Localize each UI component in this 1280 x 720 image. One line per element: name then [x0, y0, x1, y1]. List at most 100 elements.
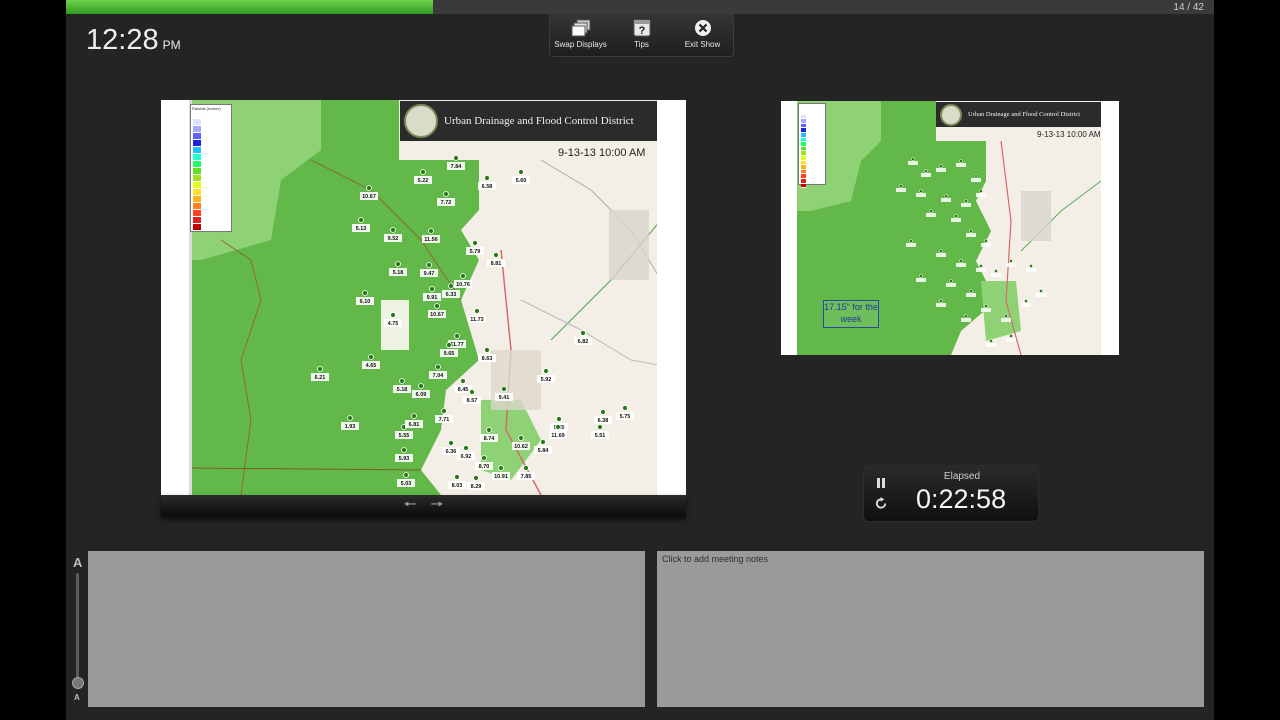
rain-gauge-marker	[498, 465, 504, 471]
rain-gauge-marker	[443, 191, 449, 197]
rain-value-label: 5.84	[538, 448, 550, 454]
clock-time: 12:28	[86, 24, 159, 56]
reset-icon[interactable]	[875, 497, 888, 515]
rain-gauge-marker	[600, 409, 606, 415]
rain-gauge-marker	[420, 169, 426, 175]
next-slide-title: Urban Drainage and Flood Control Distric…	[968, 111, 1081, 118]
next-rain-gauge-marker	[939, 249, 943, 253]
rain-gauge-marker	[473, 475, 479, 481]
next-rain-gauge-marker	[911, 157, 915, 161]
rain-gauge-marker	[453, 155, 459, 161]
next-rain-value-box	[941, 198, 951, 202]
font-small-label: A	[74, 693, 80, 702]
legend-swatch	[193, 203, 201, 210]
rain-value-label: 6.58	[482, 184, 493, 190]
next-rain-gauge-marker	[964, 199, 968, 203]
rain-value-label: 8.29	[471, 484, 482, 490]
next-slide-preview[interactable]: Urban Drainage and Flood Control Distric…	[781, 101, 1119, 355]
rain-value-label: 6.10	[360, 299, 371, 305]
legend-swatch	[193, 217, 201, 224]
swap-displays-button[interactable]: Swap Displays	[550, 14, 611, 56]
slider-knob[interactable]	[72, 677, 84, 689]
presenter-notes-area[interactable]	[88, 551, 645, 707]
next-rain-gauge-marker	[959, 159, 963, 163]
next-rain-gauge-marker	[984, 304, 988, 308]
next-rain-value-box	[981, 308, 991, 312]
legend-swatch	[193, 119, 201, 126]
next-rain-gauge-marker	[974, 174, 978, 178]
next-district-seal-icon	[940, 103, 962, 126]
rain-value-label: 10.76	[456, 282, 470, 288]
rain-value-label: 5.18	[393, 270, 404, 276]
rain-value-label: 7.85	[521, 474, 532, 480]
next-rain-value-box	[976, 268, 986, 272]
svg-text:?: ?	[638, 25, 645, 37]
rain-value-label: 6.33	[446, 292, 457, 298]
meeting-notes-area[interactable]: Click to add meeting notes	[657, 551, 1204, 707]
current-slide[interactable]: 7.84 5.22 5.60 6.58 10.67 7.72 5.13 9.52 11.56 5.…	[161, 100, 686, 495]
next-rain-value-box	[921, 173, 931, 177]
close-circle-icon	[693, 19, 713, 37]
rain-value-label: 8.70	[479, 464, 490, 470]
legend-swatch	[193, 154, 201, 161]
rain-value-label: 6.36	[446, 449, 457, 455]
current-time: 12:28 PM	[86, 24, 181, 57]
next-rain-value-box	[1036, 293, 1046, 297]
rain-gauge-marker	[454, 474, 460, 480]
next-rain-value-box	[956, 163, 966, 167]
rain-value-label: 9.41	[499, 395, 510, 401]
legend-swatch	[193, 140, 201, 147]
rain-gauge-marker	[411, 413, 417, 419]
rain-value-label: 5.55	[399, 433, 410, 439]
next-rain-gauge-marker	[994, 269, 998, 273]
rain-value-label: 11.69	[551, 433, 564, 439]
next-rain-value-box	[966, 233, 976, 237]
rain-gauge-marker	[317, 366, 323, 372]
font-large-label: A	[73, 555, 83, 570]
next-rain-gauge-marker	[1039, 289, 1043, 293]
rain-value-label: 11.73	[470, 317, 483, 323]
elapsed-timer: Elapsed 0:22:58	[863, 465, 1039, 522]
next-rain-gauge-marker	[924, 169, 928, 173]
rain-gauge-marker	[469, 389, 475, 395]
rain-value-label: 7.04	[433, 373, 445, 379]
legend-swatch	[193, 210, 201, 217]
next-rain-gauge-marker	[954, 214, 958, 218]
slide-title: Urban Drainage and Flood Control Distric…	[444, 115, 634, 127]
rain-value-label: 6.81	[409, 422, 420, 428]
next-rain-gauge-marker	[1009, 259, 1013, 263]
next-rain-value-box	[936, 168, 946, 172]
rain-value-label: 8.03	[452, 483, 463, 489]
swap-displays-icon	[571, 19, 591, 37]
rain-gauge-marker	[501, 386, 507, 392]
arrow-right-icon[interactable]: 🠖	[431, 494, 444, 519]
next-rain-gauge-marker	[969, 229, 973, 233]
next-rain-value-box	[991, 273, 1001, 277]
next-rain-value-box	[946, 283, 956, 287]
rain-gauge-marker	[441, 408, 447, 414]
rain-value-label: 7.72	[441, 200, 452, 206]
next-rain-gauge-marker	[919, 189, 923, 193]
rain-value-label: 6.92	[461, 454, 472, 460]
rain-gauge-marker	[435, 364, 441, 370]
rain-gauge-marker	[556, 416, 562, 422]
rain-gauge-marker	[418, 383, 424, 389]
timer-label: Elapsed	[943, 471, 981, 482]
next-rain-gauge-marker	[949, 279, 953, 283]
exit-show-button[interactable]: Exit Show	[672, 14, 733, 56]
rain-value-label: 8.63	[482, 356, 493, 362]
arrow-left-icon[interactable]: 🠔	[403, 494, 416, 519]
next-rain-gauge-marker	[919, 274, 923, 278]
next-slide-title-banner: Urban Drainage and Flood Control Distric…	[936, 102, 1101, 127]
rain-gauge-marker	[399, 378, 405, 384]
notes-font-size-slider[interactable]: A A	[68, 551, 86, 707]
next-rain-value-box	[971, 178, 981, 182]
rain-gauge-marker	[543, 368, 549, 374]
legend-swatch	[193, 147, 201, 154]
legend-swatch	[801, 183, 806, 189]
next-rain-gauge-marker	[939, 164, 943, 168]
pause-icon[interactable]	[875, 476, 887, 494]
tips-button[interactable]: ? Tips	[611, 14, 672, 56]
map-legend: Rainfall (inches)	[190, 104, 232, 232]
slider-track[interactable]	[76, 573, 79, 685]
